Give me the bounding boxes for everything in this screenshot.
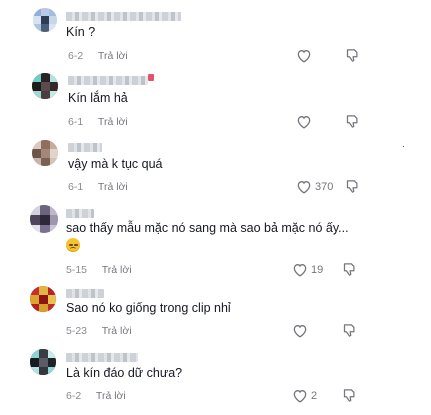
avatar[interactable] <box>30 286 56 312</box>
heart-outline-icon <box>293 325 307 338</box>
thumbs-down-outline-icon <box>343 389 355 402</box>
avatar[interactable] <box>30 349 56 375</box>
comment-date: 6-2 <box>68 50 84 62</box>
like-button[interactable] <box>292 323 311 338</box>
emoji-eye <box>74 244 78 246</box>
reply-button[interactable]: Trả lời <box>102 325 132 337</box>
comment-meta: 6-1 Trả lời <box>68 181 128 193</box>
thumbs-down-outline-icon <box>346 180 358 193</box>
thumbs-down-outline-icon <box>343 324 355 337</box>
dislike-button[interactable] <box>342 262 357 277</box>
comment-text: Sao nó ko giống trong clip nhỉ <box>66 301 231 315</box>
thumbs-down-outline-icon <box>346 49 358 62</box>
dislike-button[interactable] <box>345 179 360 194</box>
avatar[interactable] <box>32 140 58 166</box>
like-button[interactable]: 19 <box>292 262 323 277</box>
like-count: 370 <box>315 180 334 193</box>
comment-text: Là kín đáo dữ chưa? <box>66 366 183 380</box>
username-blurred[interactable] <box>66 12 181 21</box>
comment-meta: 6-2 Trả lời <box>68 50 128 62</box>
emoji-eye <box>69 244 73 246</box>
username-blurred[interactable] <box>66 353 138 362</box>
like-button[interactable]: 370 <box>296 179 333 194</box>
comment-text: Kín ? <box>66 25 96 39</box>
like-button[interactable]: 2 <box>292 388 317 403</box>
comment-text: sao thấy mẫu mặc nó sang mà sao bả mặc n… <box>66 221 349 235</box>
reply-button[interactable]: Trả lời <box>98 116 128 128</box>
comment-date: 5-15 <box>66 264 88 276</box>
heart-outline-icon <box>297 181 311 194</box>
comment-date: 6-1 <box>68 181 84 193</box>
comment-meta: 6-1 Trả lời <box>68 116 128 128</box>
comment-text: vậy mà k tục quá <box>68 157 163 171</box>
dislike-button[interactable] <box>345 114 360 129</box>
comment-meta: 5-23 Trả lời <box>66 325 132 337</box>
stray-dot <box>403 146 404 147</box>
username-blurred[interactable] <box>68 143 102 152</box>
dislike-button[interactable] <box>342 323 357 338</box>
comment-meta: 5-15 Trả lời <box>66 264 132 276</box>
comment-meta: 6-2 Trả lời <box>66 390 126 402</box>
thumbs-down-outline-icon <box>346 115 358 128</box>
thumbs-down-outline-icon <box>343 263 355 276</box>
avatar[interactable] <box>30 205 58 233</box>
reply-button[interactable]: Trả lời <box>98 181 128 193</box>
emoji-mouth <box>70 247 76 251</box>
reply-button[interactable]: Trả lời <box>98 50 128 62</box>
avatar[interactable] <box>33 8 57 32</box>
comment-text: Kín lắm hả <box>68 91 128 105</box>
like-button[interactable] <box>296 114 315 129</box>
comment-date: 6-2 <box>66 390 82 402</box>
heart-outline-icon <box>293 264 307 277</box>
comment-date: 6-1 <box>68 116 84 128</box>
comment-date: 5-23 <box>66 325 88 337</box>
sad-face-emoji <box>66 238 80 252</box>
reply-button[interactable]: Trả lời <box>96 390 126 402</box>
username-blurred[interactable] <box>66 289 104 298</box>
dislike-button[interactable] <box>342 388 357 403</box>
heart-outline-icon <box>293 390 307 403</box>
avatar[interactable] <box>32 73 58 99</box>
username-blurred[interactable] <box>66 209 94 218</box>
heart-outline-icon <box>297 50 311 63</box>
like-count: 19 <box>311 263 324 276</box>
username-badge <box>148 74 154 81</box>
heart-outline-icon <box>297 116 311 129</box>
username-blurred[interactable] <box>68 74 154 85</box>
dislike-button[interactable] <box>345 48 360 63</box>
reply-button[interactable]: Trả lời <box>102 264 132 276</box>
like-button[interactable] <box>296 48 315 63</box>
like-count: 2 <box>311 389 318 402</box>
